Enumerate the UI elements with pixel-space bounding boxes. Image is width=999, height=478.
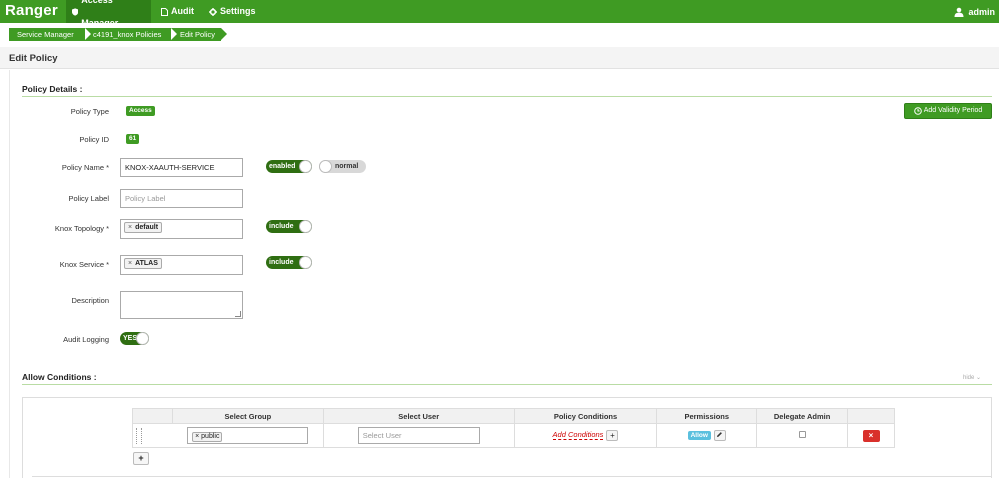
- add-conditions-link[interactable]: Add Conditions: [552, 430, 604, 441]
- nav-audit[interactable]: Audit: [155, 0, 200, 23]
- conditions-cell: Add Conditions +: [513, 423, 658, 448]
- resize-handle-icon[interactable]: [235, 311, 241, 317]
- brand-logo[interactable]: Ranger: [5, 2, 58, 19]
- service-include-toggle-label: include: [269, 259, 294, 266]
- topology-include-toggle-label: include: [269, 223, 294, 230]
- file-icon: [161, 7, 168, 16]
- knox-topology-label: Knox Topology *: [54, 224, 109, 233]
- policy-label-input[interactable]: Policy Label: [120, 189, 243, 208]
- description-textarea[interactable]: [120, 291, 243, 319]
- user-icon: [954, 7, 964, 17]
- drag-handle-cell[interactable]: [132, 423, 173, 448]
- allow-conditions-title: Allow Conditions :: [22, 372, 97, 382]
- nav-settings[interactable]: Settings: [203, 0, 262, 23]
- knox-service-label: Knox Service *: [59, 260, 109, 269]
- service-tag-label: ATLAS: [135, 260, 158, 267]
- toggle-knob: [299, 220, 312, 233]
- section-divider: [22, 96, 992, 97]
- service-tag[interactable]: × ATLAS: [124, 258, 162, 269]
- group-cell: × public: [172, 423, 324, 448]
- topology-tag-label: default: [135, 224, 159, 231]
- audit-logging-toggle[interactable]: YES: [120, 332, 149, 345]
- user-menu[interactable]: admin: [954, 0, 995, 23]
- shield-icon: [72, 7, 79, 16]
- toggle-knob: [299, 256, 312, 269]
- group-tag[interactable]: × public: [192, 432, 223, 442]
- remove-tag-icon[interactable]: ×: [128, 259, 132, 268]
- user-name: admin: [968, 6, 995, 17]
- breadcrumb-service-manager[interactable]: Service Manager: [9, 28, 91, 41]
- add-row-button[interactable]: +: [133, 452, 149, 465]
- col-permissions: Permissions: [656, 408, 758, 424]
- section-divider: [22, 384, 992, 385]
- col-delegate-admin: Delegate Admin: [756, 408, 849, 424]
- action-column-header: [847, 408, 895, 424]
- delete-cell: ×: [847, 423, 895, 448]
- policy-id-badge: 61: [126, 134, 140, 144]
- select-group-input[interactable]: × public: [187, 427, 309, 444]
- col-policy-conditions: Policy Conditions: [513, 408, 658, 424]
- col-select-group: Select Group: [171, 408, 324, 424]
- topology-include-toggle[interactable]: include: [266, 220, 312, 233]
- remove-tag-icon[interactable]: ×: [128, 223, 132, 232]
- audit-logging-toggle-label: YES: [123, 335, 138, 342]
- nav-settings-label: Settings: [220, 6, 256, 16]
- table-header-row: Select Group Select User Policy Conditio…: [132, 408, 895, 424]
- clock-icon: [913, 107, 922, 115]
- delegate-admin-checkbox[interactable]: [798, 431, 806, 438]
- policy-label-label: Policy Label: [68, 194, 109, 203]
- policy-type-badge: Access: [126, 106, 155, 116]
- policy-type-label: Policy Type: [70, 107, 109, 116]
- nav-audit-label: Audit: [171, 6, 194, 16]
- service-include-toggle[interactable]: include: [266, 256, 312, 269]
- policy-details-title: Policy Details :: [22, 84, 83, 94]
- add-condition-plus-icon[interactable]: +: [606, 430, 619, 441]
- add-validity-period-label: Add Validity Period: [923, 107, 983, 114]
- pencil-icon: [717, 432, 723, 437]
- gear-icon: [209, 7, 217, 16]
- policy-name-input[interactable]: KNOX-XAAUTH-SERVICE: [120, 158, 243, 177]
- table-row: × public Select User Add Conditions + All…: [132, 423, 895, 448]
- page-header: [0, 47, 999, 69]
- policy-priority-toggle-label: normal: [335, 163, 359, 170]
- topology-tag[interactable]: × default: [124, 222, 163, 233]
- policy-name-label: Policy Name *: [61, 163, 109, 172]
- description-label: Description: [71, 296, 109, 305]
- toggle-knob: [319, 160, 332, 173]
- drag-handle-icon[interactable]: [136, 427, 142, 444]
- policy-priority-toggle[interactable]: normal: [319, 160, 366, 173]
- toggle-knob: [299, 160, 312, 173]
- select-user-input[interactable]: Select User: [357, 427, 480, 444]
- drag-column-header: [132, 408, 173, 424]
- policy-enabled-toggle-label: enabled: [269, 163, 296, 170]
- group-tag-label: public: [201, 433, 220, 440]
- top-navbar: Ranger Access Manager Audit Settings adm…: [0, 0, 999, 28]
- nav-access-manager[interactable]: Access Manager: [66, 0, 151, 28]
- policy-id-label: Policy ID: [79, 135, 109, 144]
- delegate-admin-cell: [756, 423, 849, 448]
- allow-conditions-table: Select Group Select User Policy Conditio…: [132, 408, 895, 448]
- edit-pencil-icon[interactable]: [713, 430, 726, 441]
- policy-enabled-toggle[interactable]: enabled: [266, 160, 312, 173]
- delete-row-button[interactable]: ×: [862, 429, 880, 442]
- page-title: Edit Policy: [9, 53, 58, 64]
- user-cell: Select User: [322, 423, 515, 448]
- col-select-user: Select User: [322, 408, 515, 424]
- breadcrumb-policies[interactable]: c4191_knox Policies: [85, 28, 177, 41]
- add-validity-period-button[interactable]: Add Validity Period: [904, 103, 992, 119]
- toggle-knob: [136, 332, 149, 345]
- permission-allow-badge: Allow: [687, 431, 711, 440]
- divider: [32, 476, 992, 477]
- hide-toggle-link[interactable]: hide ⌄: [963, 374, 981, 381]
- permissions-cell: Allow: [656, 423, 758, 448]
- audit-logging-label: Audit Logging: [63, 335, 109, 344]
- breadcrumb-edit-policy: Edit Policy: [171, 28, 227, 41]
